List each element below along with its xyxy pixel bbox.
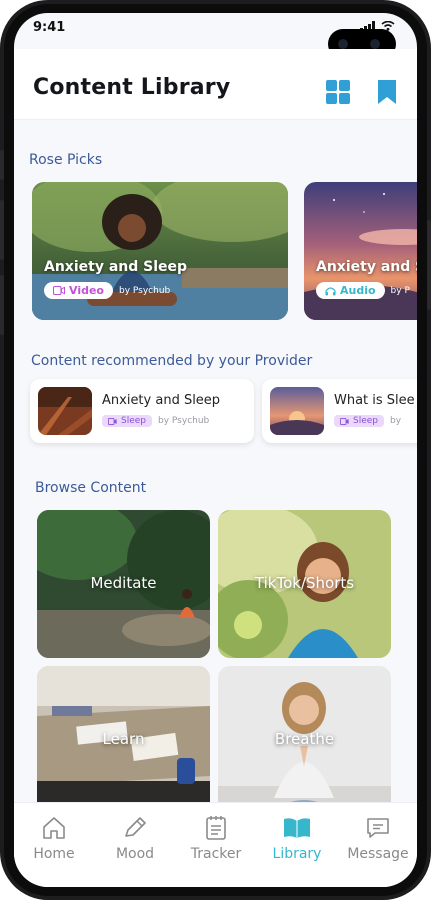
- rec-meta: Sleep by: [334, 415, 401, 427]
- sleep-tag: Sleep: [102, 415, 153, 427]
- app-screen: 9:41 Content Library Rose Picks Anxiety …: [14, 13, 417, 887]
- page-title: Content Library: [33, 75, 231, 100]
- video-badge: Video: [44, 282, 113, 299]
- rec-thumbnail: [270, 387, 324, 435]
- pick-meta: Video by Psychub: [44, 282, 170, 299]
- rec-title: What is Slee: [334, 393, 415, 408]
- tab-label: Message: [347, 846, 409, 862]
- camera-lens: [338, 39, 348, 49]
- pick-type: Audio: [340, 284, 376, 297]
- bookmark-icon[interactable]: [376, 79, 398, 105]
- grid-icon[interactable]: [325, 79, 351, 105]
- rose-pick-card[interactable]: Anxiety and Sleep Video by Psychub: [32, 182, 288, 320]
- rec-tag-label: Sleep: [353, 416, 379, 426]
- tab-label: Mood: [115, 846, 155, 862]
- app-header: Content Library: [14, 49, 417, 120]
- pick-meta: Audio by P: [316, 282, 410, 299]
- tab-library[interactable]: Library: [257, 813, 337, 862]
- rec-meta: Sleep by Psychub: [102, 415, 209, 427]
- rec-thumbnail: [38, 387, 92, 435]
- browse-tile-tiktok[interactable]: TikTok/Shorts: [218, 510, 391, 658]
- rose-pick-card[interactable]: Anxiety and Sleep Audio by P: [304, 182, 417, 320]
- pencil-icon: [125, 817, 146, 837]
- tab-label: Library: [272, 846, 322, 862]
- tab-home[interactable]: Home: [14, 813, 94, 862]
- browse-tile-meditate[interactable]: Meditate: [37, 510, 210, 658]
- tile-label: Learn: [102, 730, 145, 748]
- audio-badge: Audio: [316, 282, 385, 299]
- video-icon: [53, 286, 65, 295]
- rec-author: by Psychub: [158, 416, 210, 426]
- video-icon: [340, 417, 349, 425]
- provider-rec-card[interactable]: Anxiety and Sleep Sleep by Psychub: [30, 379, 254, 443]
- notepad-icon: [206, 816, 226, 840]
- pick-author: by Psychub: [118, 285, 171, 296]
- tab-mood[interactable]: Mood: [95, 813, 175, 862]
- headphones-icon: [325, 286, 336, 295]
- tab-tracker[interactable]: Tracker: [176, 813, 256, 862]
- phone-frame: 9:41 Content Library Rose Picks Anxiety …: [0, 0, 431, 900]
- meditation-photo: [32, 182, 288, 320]
- pick-type: Video: [69, 284, 104, 297]
- tile-label: Meditate: [90, 574, 157, 592]
- chat-icon: [367, 818, 389, 838]
- provider-rec-card[interactable]: What is Slee Sleep by: [262, 379, 417, 443]
- browse-tile-breathe[interactable]: Breathe: [218, 666, 391, 802]
- status-time: 9:41: [33, 20, 66, 35]
- rec-thumb-image: [38, 387, 92, 435]
- rec-tag-label: Sleep: [121, 416, 147, 426]
- browse-tile-learn[interactable]: Learn: [37, 666, 210, 802]
- rec-author: by: [390, 416, 402, 426]
- video-icon: [108, 417, 117, 425]
- tab-message[interactable]: Message: [338, 813, 417, 862]
- power-button: [427, 220, 431, 310]
- browse-title: Browse Content: [35, 480, 147, 496]
- rec-thumb-image: [270, 387, 324, 435]
- tab-label: Tracker: [190, 846, 242, 862]
- tab-label: Home: [33, 846, 75, 862]
- book-icon: [284, 818, 310, 838]
- rec-title: Anxiety and Sleep: [102, 393, 221, 408]
- home-icon: [43, 817, 65, 839]
- sensor-lens: [370, 39, 380, 49]
- rose-picks-title: Rose Picks: [29, 152, 103, 168]
- pick-author: by P: [390, 285, 410, 296]
- provider-recs-title: Content recommended by your Provider: [31, 353, 313, 369]
- tile-label: Breathe: [274, 730, 335, 748]
- tile-label: TikTok/Shorts: [254, 574, 355, 592]
- tab-bar: Home Mood Tracker Library Message: [14, 802, 417, 887]
- pick-title: Anxiety and Sleep: [316, 259, 417, 275]
- pick-title: Anxiety and Sleep: [44, 259, 188, 275]
- sleep-tag: Sleep: [334, 415, 385, 427]
- sunset-photo: [304, 182, 417, 320]
- content-scroll[interactable]: Rose Picks Anxiety and Sleep Video by Ps…: [14, 120, 417, 802]
